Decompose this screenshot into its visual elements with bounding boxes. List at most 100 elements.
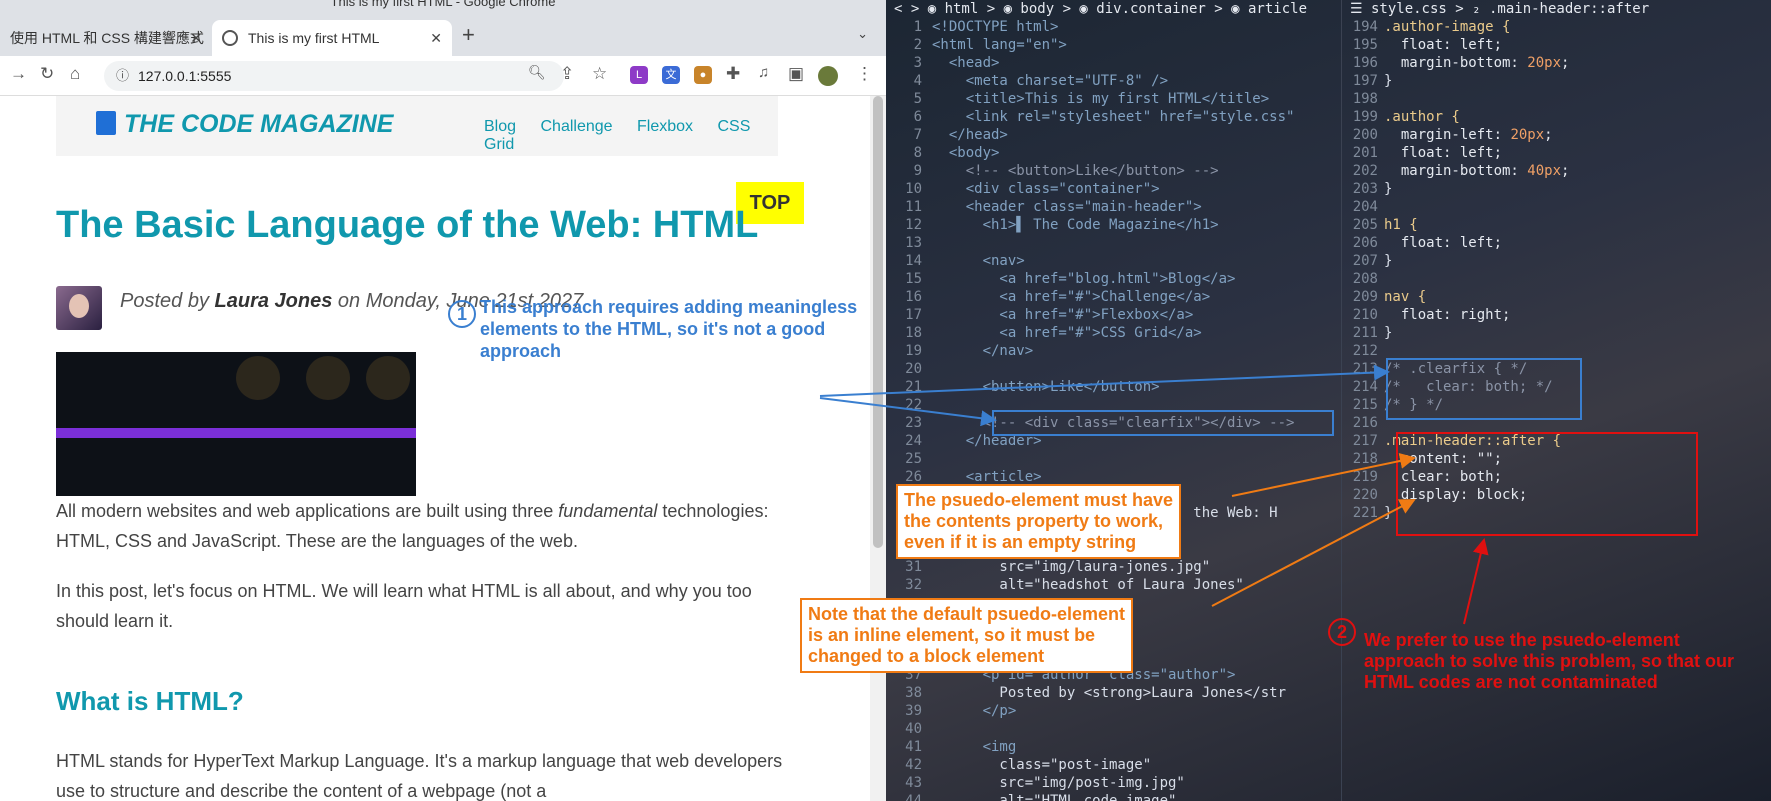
line-number: 39 (905, 703, 922, 719)
annotation-line: the contents property to work, (904, 511, 1164, 531)
code-line[interactable]: .author-image { (1384, 18, 1510, 36)
close-icon[interactable]: ✕ (190, 30, 202, 47)
tab-bar: This is my first HTML - Google Chrome 使用… (0, 0, 886, 56)
line-number: 25 (905, 451, 922, 467)
code-line[interactable]: float: left; (1384, 144, 1502, 162)
code-line[interactable]: <button>Like</button> (932, 378, 1160, 396)
logo[interactable]: THE CODE MAGAZINE (96, 110, 393, 139)
code-line[interactable]: nav { (1384, 288, 1426, 306)
new-tab-icon[interactable]: + (462, 22, 475, 48)
scrollbar[interactable] (870, 96, 886, 801)
code-line[interactable]: <a href="#">CSS Grid</a> (932, 324, 1201, 342)
star-icon[interactable]: ☆ (592, 64, 607, 84)
code-line[interactable]: <meta charset="UTF-8" /> (932, 72, 1168, 90)
menu-icon[interactable]: ⋮ (856, 64, 873, 84)
html-pane: < > ◉ html > ◉ body > ◉ div.container > … (886, 0, 1342, 801)
scrollbar-thumb[interactable] (873, 96, 883, 548)
code-line[interactable]: .author { (1384, 108, 1460, 126)
share-icon[interactable]: ⇪ (560, 64, 574, 84)
code-line[interactable]: alt="HTML code image" (932, 792, 1176, 801)
home-icon[interactable]: ⌂ (70, 64, 80, 84)
line-number: 214 (1352, 379, 1378, 395)
author-name: Laura Jones (214, 290, 333, 312)
image-bokeh (306, 356, 350, 400)
code-line[interactable]: <html lang="en"> (932, 36, 1067, 54)
code-line[interactable]: <link rel="stylesheet" href="style.css" (932, 108, 1295, 126)
sidepanel-icon[interactable]: ▣ (788, 64, 804, 84)
cookie-icon[interactable]: ● (694, 66, 712, 84)
line-number: 218 (1352, 451, 1378, 467)
code-line[interactable]: alt="headshot of Laura Jones" (932, 576, 1243, 594)
puzzle-icon[interactable]: ✚ (726, 64, 740, 84)
annotation-line: Note that the default psuedo-element (808, 604, 1126, 624)
tab-1[interactable]: 使用 HTML 和 CSS 構建響應式 ✕ (0, 20, 212, 56)
line-number: 43 (905, 775, 922, 791)
code-line[interactable]: margin-bottom: 20px; (1384, 54, 1570, 72)
logo-text: THE CODE MAGAZINE (124, 110, 394, 138)
nav-link-blog[interactable]: Blog (484, 118, 516, 135)
code-line[interactable]: <!DOCTYPE html> (932, 18, 1058, 36)
code-line[interactable]: float: left; (1384, 234, 1502, 252)
nav-link-css-grid[interactable]: CSS Grid (484, 118, 750, 153)
code-line[interactable]: <header class="main-header"> (932, 198, 1202, 216)
breadcrumb[interactable]: < > ◉ html > ◉ body > ◉ div.container > … (886, 0, 1341, 18)
avatar[interactable] (818, 66, 838, 86)
line-number: 195 (1352, 37, 1378, 53)
address-bar[interactable]: ⓘ 127.0.0.1:5555 (104, 61, 564, 91)
code-line[interactable]: <img (932, 738, 1017, 756)
line-number: 221 (1352, 505, 1378, 521)
code-line[interactable]: <div class="container"> (932, 180, 1160, 198)
window-title-text: This is my first HTML - Google Chrome (330, 0, 556, 9)
code-line[interactable]: <a href="blog.html">Blog</a> (932, 270, 1235, 288)
code-line[interactable]: margin-bottom: 40px; (1384, 162, 1570, 180)
code-line[interactable]: h1 { (1384, 216, 1418, 234)
line-number: 9 (913, 163, 922, 179)
code-line[interactable]: </nav> (932, 342, 1034, 360)
extension-icon[interactable]: L (630, 66, 648, 84)
nav-link-flexbox[interactable]: Flexbox (637, 118, 693, 135)
code-line[interactable]: <a href="#">Flexbox</a> (932, 306, 1193, 324)
line-number: 219 (1352, 469, 1378, 485)
reload-icon[interactable]: ↻ (40, 64, 54, 84)
tab-2[interactable]: This is my first HTML ✕ (212, 20, 452, 56)
annotation-line: even if it is an empty string (904, 532, 1137, 552)
nav-link-challenge[interactable]: Challenge (540, 118, 612, 135)
code-line[interactable]: class="post-image" (932, 756, 1151, 774)
code-line[interactable]: } (1384, 324, 1392, 342)
paragraph-1: All modern websites and web applications… (56, 496, 796, 556)
code-line[interactable]: } (1384, 252, 1392, 270)
favicon-icon (222, 30, 238, 46)
code-line[interactable]: </p> (932, 702, 1017, 720)
close-icon[interactable]: ✕ (430, 30, 442, 47)
code-line[interactable]: float: right; (1384, 306, 1511, 324)
code-line[interactable]: <nav> (932, 252, 1025, 270)
info-icon[interactable]: ⓘ (116, 61, 129, 91)
code-line[interactable]: <!-- <button>Like</button> --> (932, 162, 1219, 180)
code-line[interactable]: <a href="#">Challenge</a> (932, 288, 1210, 306)
line-number: 215 (1352, 397, 1378, 413)
clearfix-css-highlight-box (1386, 358, 1582, 420)
code-line[interactable]: } (1384, 504, 1392, 522)
code-line[interactable]: Posted by <strong>Laura Jones</str (932, 684, 1286, 702)
code-line[interactable]: <h1>▌ The Code Magazine</h1> (932, 216, 1219, 234)
code-line[interactable]: <body> (932, 144, 1000, 162)
code-line[interactable]: src="img/post-img.jpg" (932, 774, 1184, 792)
zoom-icon[interactable]: 🔍︎ (528, 64, 546, 81)
line-number: 2 (913, 37, 922, 53)
line-number: 38 (905, 685, 922, 701)
code-line[interactable]: } (1384, 72, 1392, 90)
media-icon[interactable]: ♫ (758, 64, 769, 81)
chevron-down-icon[interactable]: ⌄ (857, 26, 868, 42)
code-line[interactable]: <head> (932, 54, 1000, 72)
code-line[interactable]: src="img/laura-jones.jpg" (932, 558, 1210, 576)
author-avatar (56, 286, 102, 330)
code-line[interactable]: } (1384, 180, 1392, 198)
code-line[interactable]: <title>This is my first HTML</title> (932, 90, 1269, 108)
code-line[interactable]: margin-left: 20px; (1384, 126, 1553, 144)
address-text: 127.0.0.1:5555 (138, 68, 232, 84)
code-line[interactable]: </head> (932, 126, 1008, 144)
breadcrumb[interactable]: ☰ style.css > ₂ .main-header::after (1342, 0, 1771, 18)
forward-icon[interactable]: → (10, 64, 27, 84)
code-line[interactable]: float: left; (1384, 36, 1502, 54)
translate-icon[interactable]: 文 (662, 66, 680, 84)
